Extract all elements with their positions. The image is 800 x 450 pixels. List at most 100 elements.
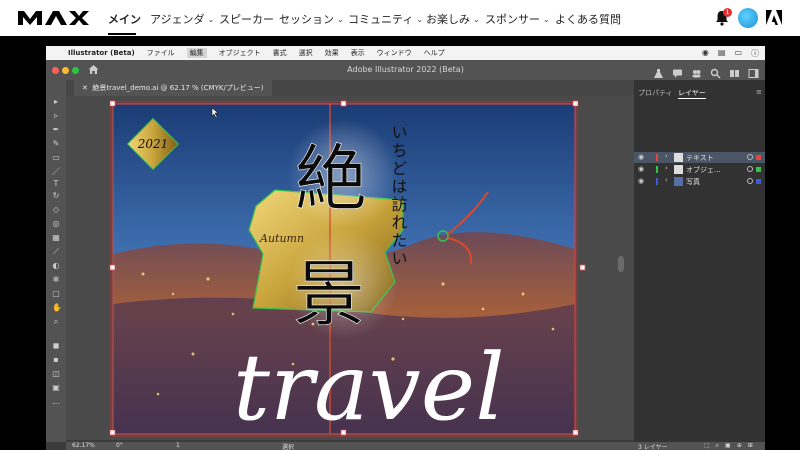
color-mode-icon[interactable]: ▪ bbox=[52, 356, 60, 364]
nav-sponsors[interactable]: スポンサー ⌄ bbox=[485, 11, 550, 27]
workspace-icon[interactable] bbox=[729, 64, 740, 77]
eye-status-icon[interactable]: ◉ bbox=[702, 48, 709, 59]
target-icon[interactable] bbox=[747, 166, 753, 172]
flask-icon[interactable] bbox=[653, 64, 664, 78]
visibility-eye-icon[interactable]: ◉ bbox=[638, 153, 648, 161]
menu-app[interactable]: Illustrator (Beta) bbox=[68, 49, 135, 57]
display-icon[interactable]: ▭ bbox=[734, 48, 742, 59]
chevron-down-icon: ⌄ bbox=[207, 14, 215, 24]
comment-icon[interactable] bbox=[672, 64, 683, 78]
rotation-value[interactable]: 0° bbox=[116, 442, 123, 449]
layer-color-swatch bbox=[656, 154, 658, 161]
panel-menu-icon[interactable]: ≡ bbox=[756, 88, 762, 96]
gradient-tool-icon[interactable]: ▦ bbox=[52, 234, 60, 242]
eraser-tool-icon[interactable]: ◇ bbox=[52, 206, 60, 214]
more-tools-icon[interactable]: ⋯ bbox=[52, 400, 60, 408]
share-icon[interactable] bbox=[691, 64, 702, 78]
visibility-eye-icon[interactable]: ◉ bbox=[638, 177, 648, 185]
nav-agenda[interactable]: アジェンダ ⌄ bbox=[150, 11, 214, 27]
chevron-down-icon: ⌄ bbox=[337, 14, 344, 24]
layers-panel-footer: 3 レイヤー ⬚⌕▣⊕⊞🗑 bbox=[634, 442, 765, 450]
selection-indicator[interactable] bbox=[756, 179, 761, 184]
menu-window[interactable]: ウィンドウ bbox=[377, 48, 412, 58]
nav-main[interactable]: メイン bbox=[108, 11, 141, 27]
menu-effect[interactable]: 効果 bbox=[325, 48, 339, 58]
fill-stroke-icon[interactable]: ◼ bbox=[52, 342, 60, 350]
layer-row-text[interactable]: ◉ › テキスト bbox=[634, 152, 765, 163]
tools-panel: ▸ ▹ ✒ ✎ ▭ ／ T ↻ ◇ ◎ ▦ ⟋ ◐ ✻ ▢ ✋ ⌕ ◼ ▪ ◫ … bbox=[46, 80, 66, 442]
layer-color-swatch bbox=[656, 166, 658, 173]
curvature-tool-icon[interactable]: ✎ bbox=[52, 140, 60, 148]
tab-layers[interactable]: レイヤー bbox=[678, 88, 706, 99]
artboard-tool-icon[interactable]: ▢ bbox=[52, 290, 60, 298]
selection-indicator[interactable] bbox=[756, 167, 761, 172]
nav-community[interactable]: コミュニティ ⌄ bbox=[348, 11, 423, 27]
layer-row-photo[interactable]: ◉ › 写真 bbox=[634, 176, 765, 187]
brush-tool-icon[interactable]: ／ bbox=[52, 168, 60, 176]
layer-name[interactable]: 写真 bbox=[686, 177, 700, 187]
adobe-logo-icon[interactable] bbox=[766, 10, 782, 25]
notification-badge: 1 bbox=[723, 8, 732, 17]
hand-tool-icon[interactable]: ✋ bbox=[52, 304, 62, 312]
selection-indicator[interactable] bbox=[756, 155, 761, 160]
rectangle-tool-icon[interactable]: ▭ bbox=[52, 154, 60, 162]
blend-tool-icon[interactable]: ◐ bbox=[52, 262, 60, 270]
artboard[interactable]: 2021 Autumn 絶 景 いちどは訪れたい travel bbox=[113, 104, 575, 434]
tab-properties[interactable]: プロパティ bbox=[638, 88, 673, 98]
expand-arrow-icon[interactable]: › bbox=[665, 152, 668, 160]
layer-name[interactable]: オブジェ... bbox=[686, 165, 721, 175]
selection-tool-icon[interactable]: ▸ bbox=[52, 98, 60, 106]
close-tab-icon[interactable]: ✕ bbox=[82, 84, 88, 92]
kanji-top: 絶 bbox=[295, 137, 367, 221]
screen-mode-icon[interactable]: ▣ bbox=[52, 384, 60, 392]
nav-sessions[interactable]: セッション ⌄ bbox=[279, 11, 344, 27]
avatar[interactable] bbox=[738, 8, 758, 28]
nav-faq[interactable]: よくある質問 bbox=[555, 11, 621, 27]
search-icon[interactable] bbox=[710, 64, 721, 79]
eyedropper-tool-icon[interactable]: ⟋ bbox=[52, 248, 60, 256]
layer-color-swatch bbox=[656, 178, 658, 185]
menu-view[interactable]: 表示 bbox=[351, 48, 365, 58]
menu-edit[interactable]: 編集 bbox=[186, 48, 207, 58]
type-tool-icon[interactable]: T bbox=[52, 180, 60, 188]
menu-object[interactable]: オブジェクト bbox=[219, 48, 261, 58]
window-titlebar: Adobe Illustrator 2022 (Beta) bbox=[46, 60, 765, 80]
expand-arrow-icon[interactable]: › bbox=[665, 164, 668, 172]
tool-mode: 選択 bbox=[282, 444, 295, 450]
printer-icon[interactable]: ▤ bbox=[718, 48, 726, 59]
layer-row-objects[interactable]: ◉ › オブジェ... bbox=[634, 164, 765, 175]
direct-selection-tool-icon[interactable]: ▹ bbox=[52, 112, 60, 120]
visibility-eye-icon[interactable]: ◉ bbox=[638, 165, 648, 173]
layer-thumbnail bbox=[674, 165, 683, 174]
status-bar: 62.17% 0° 1 選択 bbox=[66, 442, 634, 450]
artboard-number[interactable]: 1 bbox=[176, 442, 180, 449]
rotate-tool-icon[interactable]: ↻ bbox=[52, 192, 60, 200]
titlebar-actions bbox=[653, 64, 759, 79]
layer-actions-icon[interactable]: ⬚⌕▣⊕⊞🗑 bbox=[704, 442, 765, 450]
panel-toggle-icon[interactable] bbox=[748, 64, 759, 78]
document-tab-bar: ✕ 絶景travel_demo.ai @ 62.17 % (CMYK/プレビュー… bbox=[66, 80, 654, 96]
expand-arrow-icon[interactable]: › bbox=[665, 176, 668, 184]
layer-name[interactable]: テキスト bbox=[686, 153, 714, 163]
info-icon[interactable]: ⓘ bbox=[751, 48, 759, 59]
target-icon[interactable] bbox=[747, 178, 753, 184]
vertical-scrollbar[interactable] bbox=[618, 256, 624, 272]
pen-tool-icon[interactable]: ✒ bbox=[52, 126, 60, 134]
max-logo[interactable] bbox=[18, 11, 90, 25]
zoom-tool-icon[interactable]: ⌕ bbox=[52, 318, 60, 326]
target-icon[interactable] bbox=[747, 154, 753, 160]
nav-speakers[interactable]: スピーカー bbox=[219, 11, 274, 27]
draw-mode-icon[interactable]: ◫ bbox=[52, 370, 60, 378]
menu-type[interactable]: 書式 bbox=[273, 48, 287, 58]
menu-select[interactable]: 選択 bbox=[299, 48, 313, 58]
document-tab[interactable]: ✕ 絶景travel_demo.ai @ 62.17 % (CMYK/プレビュー… bbox=[74, 80, 272, 96]
menu-help[interactable]: ヘルプ bbox=[424, 48, 445, 58]
symbol-sprayer-tool-icon[interactable]: ✻ bbox=[52, 276, 60, 284]
warp-tool-icon[interactable]: ◎ bbox=[52, 220, 60, 228]
kanji-bottom: 景 bbox=[293, 252, 365, 336]
nav-fun[interactable]: お楽しみ ⌄ bbox=[426, 11, 480, 27]
zoom-level[interactable]: 62.17% bbox=[72, 442, 95, 449]
menu-file[interactable]: ファイル bbox=[147, 48, 175, 58]
canvas-area[interactable]: 2021 Autumn 絶 景 いちどは訪れたい travel bbox=[66, 96, 634, 440]
menubar-status-icons: ◉ ▤ ▭ ⓘ bbox=[702, 48, 759, 59]
